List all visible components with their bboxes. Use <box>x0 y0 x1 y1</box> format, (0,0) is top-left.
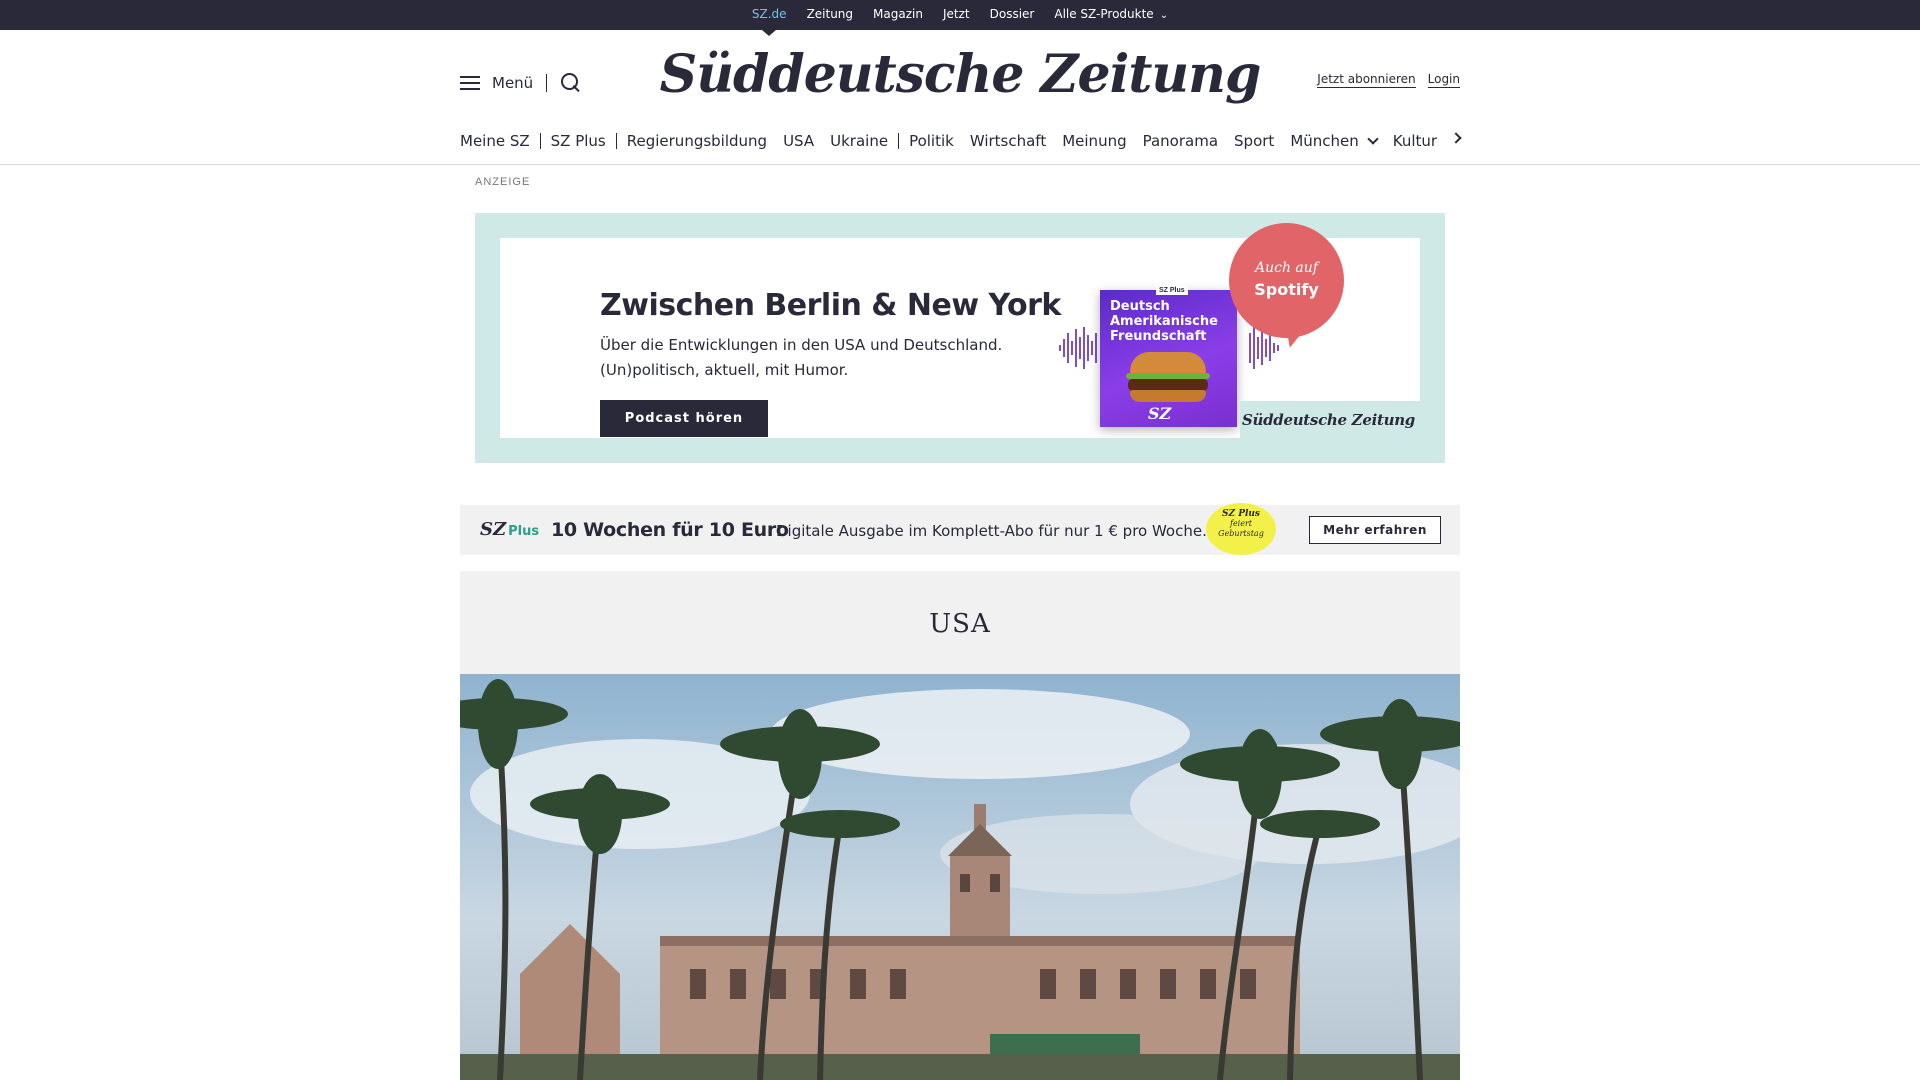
podcast-cover[interactable]: SZ Plus Deutsch Amerikanische Freundscha… <box>1100 286 1237 427</box>
nav-item-sport[interactable]: Sport <box>1234 132 1274 150</box>
ad-sz-logo: Süddeutsche Zeitung <box>1241 410 1415 429</box>
topbar-link-szde[interactable]: SZ.de <box>742 0 797 36</box>
nav-divider <box>898 133 900 149</box>
nav-item-regierungsbildung[interactable]: Regierungsbildung <box>627 132 767 150</box>
cover-sz-logo: SZ <box>1148 404 1172 423</box>
subscribe-link[interactable]: Jetzt abonnieren <box>1317 72 1416 88</box>
cover-title-line: Freundschaft <box>1110 329 1207 344</box>
top-product-bar: SZ.de Zeitung Magazin Jetzt Dossier Alle… <box>0 0 1920 36</box>
nav-item-politik[interactable]: Politik <box>909 132 954 150</box>
topbar-link-zeitung[interactable]: Zeitung <box>797 0 863 30</box>
topbar-link-dossier[interactable]: Dossier <box>980 0 1045 30</box>
topbar-link-jetzt[interactable]: Jetzt <box>933 0 980 30</box>
nav-divider <box>615 133 617 149</box>
nav-item-usa[interactable]: USA <box>783 132 814 150</box>
badge-line: SZ Plus <box>1222 509 1260 519</box>
mehr-erfahren-button[interactable]: Mehr erfahren <box>1309 516 1441 544</box>
nav-item-muenchen[interactable]: München <box>1290 132 1379 150</box>
hero-image-illustration <box>460 674 1460 1080</box>
ad-title: Zwischen Berlin & New York <box>600 288 1061 323</box>
spotify-bubble-label: Spotify <box>1254 280 1319 299</box>
nav-divider <box>539 133 541 149</box>
topbar-link-alle-produkte-label: Alle SZ-Produkte <box>1054 7 1154 21</box>
badge-line: feiert <box>1229 519 1253 528</box>
ad-description-line: (Un)politisch, aktuell, mit Humor. <box>600 361 849 379</box>
badge-line: Geburtstag <box>1218 529 1264 538</box>
spotify-bubble[interactable]: Auch auf Spotify <box>1229 223 1344 338</box>
podcast-ad[interactable]: Zwischen Berlin & New York Über die Entw… <box>475 213 1445 463</box>
site-header: Menü Süddeutsche Zeitung Jetzt abonniere… <box>0 30 1920 165</box>
chevron-down-icon <box>1367 133 1379 145</box>
sz-plus-logo-plus: Plus <box>508 524 540 539</box>
login-link[interactable]: Login <box>1427 72 1460 88</box>
section-header: USA <box>460 571 1460 674</box>
hero-image[interactable] <box>460 674 1460 1080</box>
cover-title-line: Deutsch <box>1110 299 1170 314</box>
spotify-bubble-line: Auch auf <box>1255 260 1318 276</box>
cover-sz-plus-tag: SZ Plus <box>1156 286 1188 295</box>
chevron-right-icon[interactable] <box>1450 132 1462 144</box>
nav-item-sz-plus[interactable]: SZ Plus <box>551 132 606 150</box>
promo-text: Digitale Ausgabe im Komplett-Abo für nur… <box>776 522 1207 540</box>
sz-plus-promo-bar[interactable]: SZ Plus 10 Wochen für 10 Euro Digitale Au… <box>460 503 1460 555</box>
topbar-link-magazin[interactable]: Magazin <box>863 0 933 30</box>
topbar-link-alle-produkte[interactable]: Alle SZ-Produkte ⌄ <box>1044 0 1178 30</box>
nav-item-panorama[interactable]: Panorama <box>1143 132 1218 150</box>
nav-item-kultur[interactable]: Kultur <box>1393 132 1437 150</box>
birthday-badge: SZ Plus feiert Geburtstag <box>1206 503 1276 555</box>
site-logo[interactable]: Süddeutsche Zeitung <box>0 44 1920 105</box>
promo-headline: 10 Wochen für 10 Euro <box>551 519 789 541</box>
cover-title: Deutsch Amerikanische Freundschaft <box>1110 299 1235 344</box>
burger-illustration <box>1124 352 1212 404</box>
nav-item-meinung[interactable]: Meinung <box>1062 132 1126 150</box>
nav-item-meine-sz[interactable]: Meine SZ <box>460 132 530 150</box>
cover-title-line: Amerikanische <box>1110 314 1218 329</box>
sz-plus-logo-sz: SZ <box>480 519 507 540</box>
chevron-down-icon: ⌄ <box>1159 10 1169 21</box>
nav-item-wirtschaft[interactable]: Wirtschaft <box>970 132 1046 150</box>
ad-label: ANZEIGE <box>475 176 531 188</box>
sz-plus-logo: SZ Plus <box>480 519 539 540</box>
section-nav: Meine SZ SZ Plus Regierungsbildung USA U… <box>460 130 1462 152</box>
ad-description: Über die Entwicklungen in den USA und De… <box>600 333 1020 383</box>
ad-description-line: Über die Entwicklungen in den USA und De… <box>600 336 1003 354</box>
account-links: Jetzt abonnieren Login <box>1317 72 1460 88</box>
nav-item-muenchen-label: München <box>1290 132 1359 150</box>
nav-item-ukraine[interactable]: Ukraine <box>830 132 888 150</box>
podcast-listen-button[interactable]: Podcast hören <box>600 400 768 437</box>
section-title[interactable]: USA <box>460 609 1460 639</box>
